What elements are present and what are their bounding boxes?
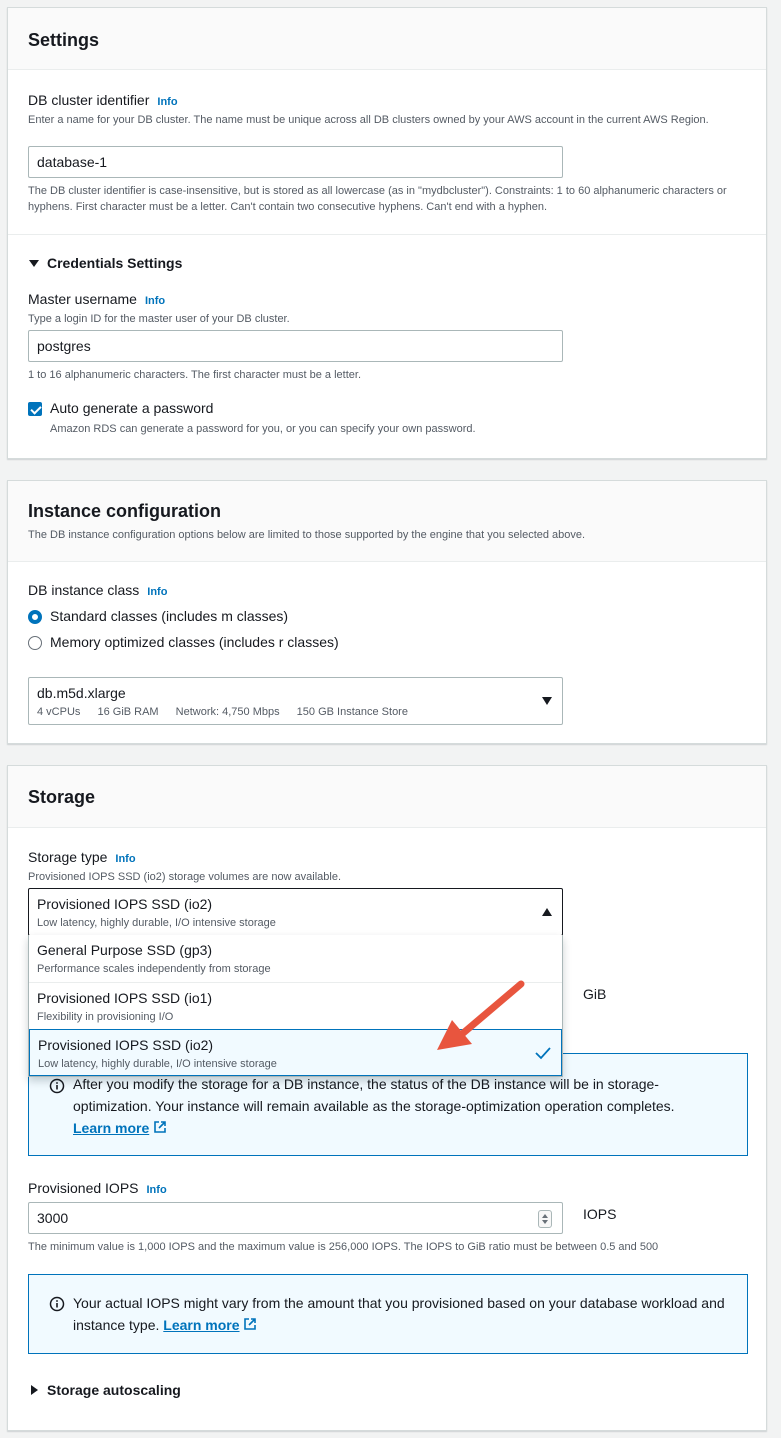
info-circle-icon: [49, 1296, 65, 1312]
storage-header: Storage: [8, 766, 766, 828]
option-io1-title: Provisioned IOPS SSD (io1): [37, 990, 213, 1006]
option-gp3-sub: Performance scales independently from st…: [37, 963, 271, 975]
iops-stepper[interactable]: [538, 1210, 552, 1228]
storage-type-label: Storage type: [28, 849, 108, 865]
storage-autoscaling-toggle[interactable]: Storage autoscaling: [47, 1382, 181, 1398]
auto-password-label[interactable]: Auto generate a password: [50, 400, 213, 416]
storage-type-dropdown: General Purpose SSD (gp3) Performance sc…: [28, 935, 563, 1077]
dropdown-option-io1[interactable]: Provisioned IOPS SSD (io1) Flexibility i…: [29, 982, 562, 1029]
instance-class-label-row: DB instance class Info: [28, 582, 167, 598]
settings-panel: Settings DB cluster identifier Info Enter…: [7, 7, 767, 459]
storage-type-selected-sub: Low latency, highly durable, I/O intensi…: [37, 917, 276, 929]
expand-right-icon[interactable]: [31, 1385, 38, 1395]
storage-type-note: Provisioned IOPS SSD (io2) storage volum…: [28, 871, 342, 883]
master-username-label: Master username: [28, 291, 137, 307]
iops-label: Provisioned IOPS: [28, 1180, 139, 1196]
radio-standard-label[interactable]: Standard classes (includes m classes): [50, 608, 288, 624]
master-username-input[interactable]: postgres: [28, 330, 563, 362]
chevron-up-icon: [542, 908, 552, 916]
iops-variance-alert: Your actual IOPS might vary from the amo…: [28, 1274, 748, 1354]
learn-more-link-2[interactable]: Learn more: [163, 1317, 239, 1333]
storage-modify-alert-message: After you modify the storage for a DB in…: [73, 1076, 675, 1114]
iops-input[interactable]: 3000: [28, 1202, 563, 1234]
master-username-constraint: 1 to 16 alphanumeric characters. The fir…: [28, 369, 362, 381]
iops-value: 3000: [37, 1210, 69, 1226]
credentials-settings-toggle[interactable]: Credentials Settings: [47, 255, 182, 271]
instance-class-info-link[interactable]: Info: [147, 586, 167, 598]
cluster-id-info-link[interactable]: Info: [157, 96, 177, 108]
iops-info-link[interactable]: Info: [147, 1184, 167, 1196]
cluster-id-label-row: DB cluster identifier Info: [28, 92, 178, 108]
auto-password-description: Amazon RDS can generate a password for y…: [50, 423, 476, 435]
learn-more-link-1[interactable]: Learn more: [73, 1120, 149, 1136]
storage-type-info-link[interactable]: Info: [115, 853, 135, 865]
radio-memory-optimized[interactable]: [28, 636, 42, 650]
option-io2-sub: Low latency, highly durable, I/O intensi…: [38, 1058, 277, 1070]
cluster-id-label: DB cluster identifier: [28, 92, 150, 108]
expand-caret-icon[interactable]: [29, 260, 39, 267]
storage-type-label-row: Storage type Info: [28, 849, 136, 865]
settings-title: Settings: [28, 30, 100, 50]
spec-ram: 16 GiB RAM: [97, 706, 159, 718]
master-username-info-link[interactable]: Info: [145, 295, 165, 307]
spec-vcpu: 4 vCPUs: [37, 706, 81, 718]
option-gp3-title: General Purpose SSD (gp3): [37, 942, 213, 958]
storage-title: Storage: [28, 787, 96, 807]
settings-header: Settings: [8, 8, 766, 70]
option-io1-sub: Flexibility in provisioning I/O: [37, 1011, 174, 1023]
radio-standard-classes[interactable]: [28, 610, 42, 624]
instance-config-title: Instance configuration: [28, 501, 222, 521]
gib-unit: GiB: [583, 986, 607, 1002]
dropdown-option-gp3[interactable]: General Purpose SSD (gp3) Performance sc…: [29, 935, 562, 982]
radio-memory-label[interactable]: Memory optimized classes (includes r cla…: [50, 634, 339, 650]
spec-store: 150 GB Instance Store: [296, 706, 408, 718]
checkmark-icon: [535, 1047, 551, 1060]
iops-constraint: The minimum value is 1,000 IOPS and the …: [28, 1241, 659, 1253]
storage-panel: Storage Storage type Info Provisioned IOP…: [7, 765, 767, 1431]
instance-class-label: DB instance class: [28, 582, 140, 598]
iops-variance-alert-text: Your actual IOPS might vary from the amo…: [73, 1292, 727, 1336]
auto-password-checkbox[interactable]: [28, 402, 42, 416]
external-link-icon: [154, 1121, 166, 1133]
instance-class-value: db.m5d.xlarge: [37, 685, 126, 701]
info-circle-icon: [49, 1078, 65, 1094]
instance-config-header: Instance configuration The DB instance c…: [8, 481, 766, 562]
instance-config-description: The DB instance configuration options be…: [28, 529, 586, 541]
master-username-label-row: Master username Info: [28, 291, 165, 307]
storage-type-selected-title: Provisioned IOPS SSD (io2): [37, 896, 213, 912]
external-link-icon: [244, 1318, 257, 1330]
instance-class-specs: 4 vCPUs 16 GiB RAM Network: 4,750 Mbps 1…: [37, 706, 408, 718]
storage-type-select[interactable]: Provisioned IOPS SSD (io2) Low latency, …: [28, 888, 563, 936]
cluster-id-description: Enter a name for your DB cluster. The na…: [28, 114, 709, 126]
cluster-id-input[interactable]: database-1: [28, 146, 563, 178]
instance-class-select[interactable]: db.m5d.xlarge 4 vCPUs 16 GiB RAM Network…: [28, 677, 563, 725]
spec-network: Network: 4,750 Mbps: [175, 706, 280, 718]
iops-unit: IOPS: [583, 1206, 617, 1222]
chevron-down-icon: [542, 697, 552, 705]
dropdown-option-io2[interactable]: Provisioned IOPS SSD (io2) Low latency, …: [29, 1029, 562, 1076]
instance-config-panel: Instance configuration The DB instance c…: [7, 480, 767, 744]
master-username-description: Type a login ID for the master user of y…: [28, 313, 290, 325]
iops-label-row: Provisioned IOPS Info: [28, 1180, 167, 1196]
settings-divider: [8, 234, 766, 235]
storage-modify-alert-text: After you modify the storage for a DB in…: [73, 1073, 727, 1139]
cluster-id-constraint: The DB cluster identifier is case-insens…: [28, 185, 727, 213]
option-io2-title: Provisioned IOPS SSD (io2): [38, 1037, 214, 1053]
